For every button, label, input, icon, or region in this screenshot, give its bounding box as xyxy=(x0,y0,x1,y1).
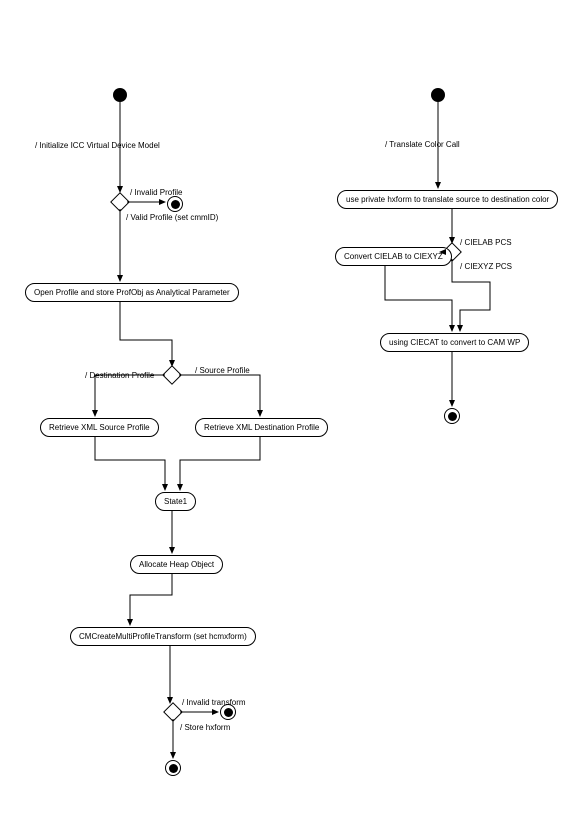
activity-retrieve-xml-source: Retrieve XML Source Profile xyxy=(40,418,159,437)
final-node-store xyxy=(165,760,181,776)
activity-allocate-heap: Allocate Heap Object xyxy=(130,555,223,574)
initial-node-left xyxy=(113,88,127,102)
decision-profile-type xyxy=(162,365,182,385)
edge-label-dest-profile: / Destination Profile xyxy=(85,371,154,380)
decision-transform-valid xyxy=(163,702,183,722)
edge-label-valid-profile: / Valid Profile (set cmmID) xyxy=(126,213,218,222)
edge-label-translate-call: / Translate Color Call xyxy=(385,140,460,149)
edge-label-source-profile: / Source Profile xyxy=(195,366,250,375)
activity-retrieve-xml-destination: Retrieve XML Destination Profile xyxy=(195,418,328,437)
connector-lines xyxy=(0,0,577,825)
decision-profile-valid xyxy=(110,192,130,212)
edge-label-init: / Initialize ICC Virtual Device Model xyxy=(35,141,160,150)
edge-label-invalid-transform: / Invalid transform xyxy=(182,698,246,707)
final-node-invalid-transform xyxy=(220,704,236,720)
activity-convert-cielab: Convert CIELAB to CIEXYZ xyxy=(335,247,452,266)
edge-label-ciexyz-pcs: / CIEXYZ PCS xyxy=(460,262,512,271)
final-node-invalid-profile xyxy=(167,196,183,212)
activity-state1: State1 xyxy=(155,492,196,511)
edge-label-store-hxform: / Store hxform xyxy=(180,723,230,732)
activity-use-private-hxform: use private hxform to translate source t… xyxy=(337,190,558,209)
edge-label-cielab-pcs: / CIELAB PCS xyxy=(460,238,512,247)
final-node-right xyxy=(444,408,460,424)
activity-cmcreate: CMCreateMultiProfileTransform (set hcmxf… xyxy=(70,627,256,646)
initial-node-right xyxy=(431,88,445,102)
activity-open-profile: Open Profile and store ProfObj as Analyt… xyxy=(25,283,239,302)
activity-using-ciecat: using CIECAT to convert to CAM WP xyxy=(380,333,529,352)
